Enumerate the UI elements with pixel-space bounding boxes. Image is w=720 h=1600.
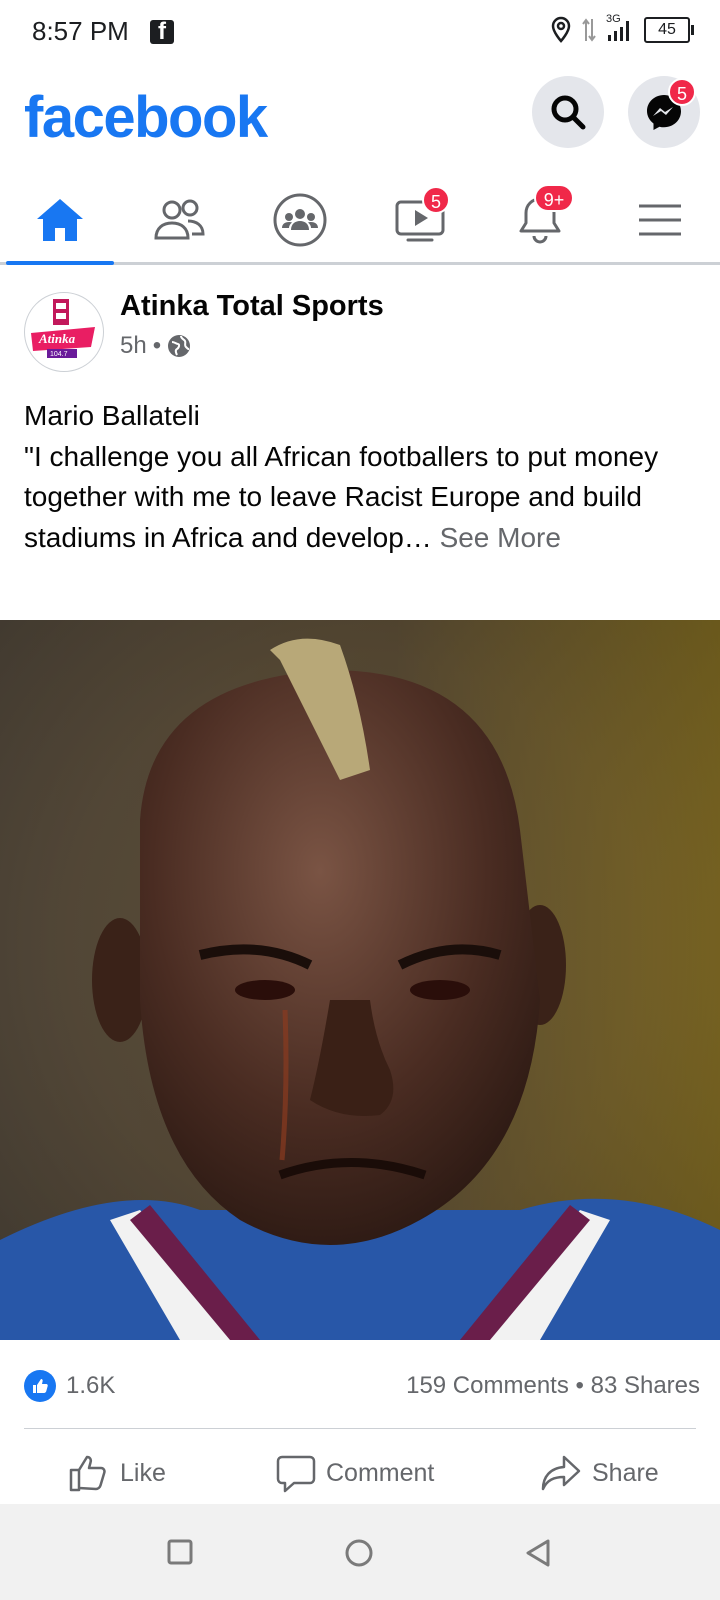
share-label: Share — [592, 1458, 659, 1487]
facebook-logo[interactable]: facebook — [24, 84, 268, 151]
facebook-notification-icon — [150, 18, 174, 46]
comment-icon — [276, 1455, 316, 1493]
page-name[interactable]: Atinka Total Sports — [120, 290, 384, 323]
tab-friends[interactable] — [120, 178, 240, 262]
menu-icon — [639, 204, 681, 236]
atinka-logo: Atinka 104.7 — [31, 299, 95, 358]
location-icon — [551, 16, 571, 43]
messenger-badge: 5 — [668, 78, 696, 106]
notifications-badge: 9+ — [534, 184, 574, 212]
comment-button[interactable]: Comment — [276, 1440, 434, 1506]
tab-watch[interactable]: 5 — [360, 178, 480, 262]
signal-icon: 3G — [606, 13, 634, 43]
status-icons: 3G 45 — [550, 13, 694, 44]
like-label: Like — [120, 1458, 166, 1487]
tab-groups[interactable] — [240, 178, 360, 262]
home-circle-icon[interactable] — [344, 1538, 374, 1568]
player-photo — [0, 620, 720, 1340]
share-icon — [541, 1455, 581, 1491]
tab-notifications[interactable]: 9+ — [480, 178, 600, 262]
post-time[interactable]: 5h — [120, 332, 147, 360]
likes-count[interactable]: 1.6K — [66, 1372, 115, 1400]
tab-home[interactable] — [0, 178, 120, 265]
post-photo[interactable] — [0, 620, 720, 1340]
search-icon — [551, 95, 586, 130]
post-meta: 5h • — [120, 332, 191, 360]
svg-text:Atinka: Atinka — [38, 331, 76, 346]
active-tab-indicator — [6, 261, 114, 265]
like-button[interactable]: Like — [68, 1440, 166, 1506]
back-icon[interactable] — [524, 1538, 552, 1568]
page-avatar[interactable]: Atinka 104.7 — [24, 292, 104, 372]
comments-count[interactable]: 159 Comments — [406, 1372, 569, 1399]
search-button[interactable] — [532, 76, 604, 148]
system-navigation-bar — [0, 1504, 720, 1600]
groups-icon — [273, 193, 327, 247]
counts-separator: • — [575, 1372, 584, 1399]
see-more-link[interactable]: See More — [440, 522, 561, 553]
comment-label: Comment — [326, 1458, 435, 1487]
thumbs-up-icon — [69, 1455, 106, 1492]
post-text-body: "I challenge you all African footballers… — [24, 440, 659, 553]
battery-icon: 45 — [644, 17, 694, 43]
reactions-summary: 1.6K 159 Comments • 83 Shares — [24, 1366, 700, 1406]
data-transfer-icon — [582, 18, 596, 42]
comments-shares-count: 159 Comments • 83 Shares — [406, 1372, 700, 1400]
friends-icon — [154, 199, 205, 240]
status-time: 8:57 PM — [32, 16, 129, 46]
recents-icon[interactable] — [166, 1538, 194, 1566]
post-text-first-line: Mario Ballateli — [24, 400, 200, 431]
messenger-button[interactable]: 5 — [628, 76, 700, 148]
meta-separator: • — [152, 332, 162, 359]
tab-bar: 5 9+ — [0, 178, 720, 265]
shares-count[interactable]: 83 Shares — [591, 1372, 700, 1399]
status-bar: 8:57 PM 3G 45 — [0, 0, 720, 64]
share-button[interactable]: Share — [540, 1440, 659, 1506]
post-divider — [24, 1428, 696, 1429]
tab-menu[interactable] — [600, 178, 720, 262]
post-actions: Like Comment Share — [0, 1440, 720, 1506]
post-header: Atinka 104.7 Atinka Total Sports 5h • — [0, 282, 720, 378]
like-reaction-icon[interactable] — [24, 1370, 56, 1402]
globe-icon — [168, 335, 191, 357]
watch-badge: 5 — [422, 186, 450, 214]
svg-text:104.7: 104.7 — [50, 351, 68, 358]
app-header: facebook 5 — [0, 72, 720, 168]
home-icon — [37, 199, 83, 241]
post-text: Mario Ballateli "I challenge you all Afr… — [24, 396, 700, 558]
